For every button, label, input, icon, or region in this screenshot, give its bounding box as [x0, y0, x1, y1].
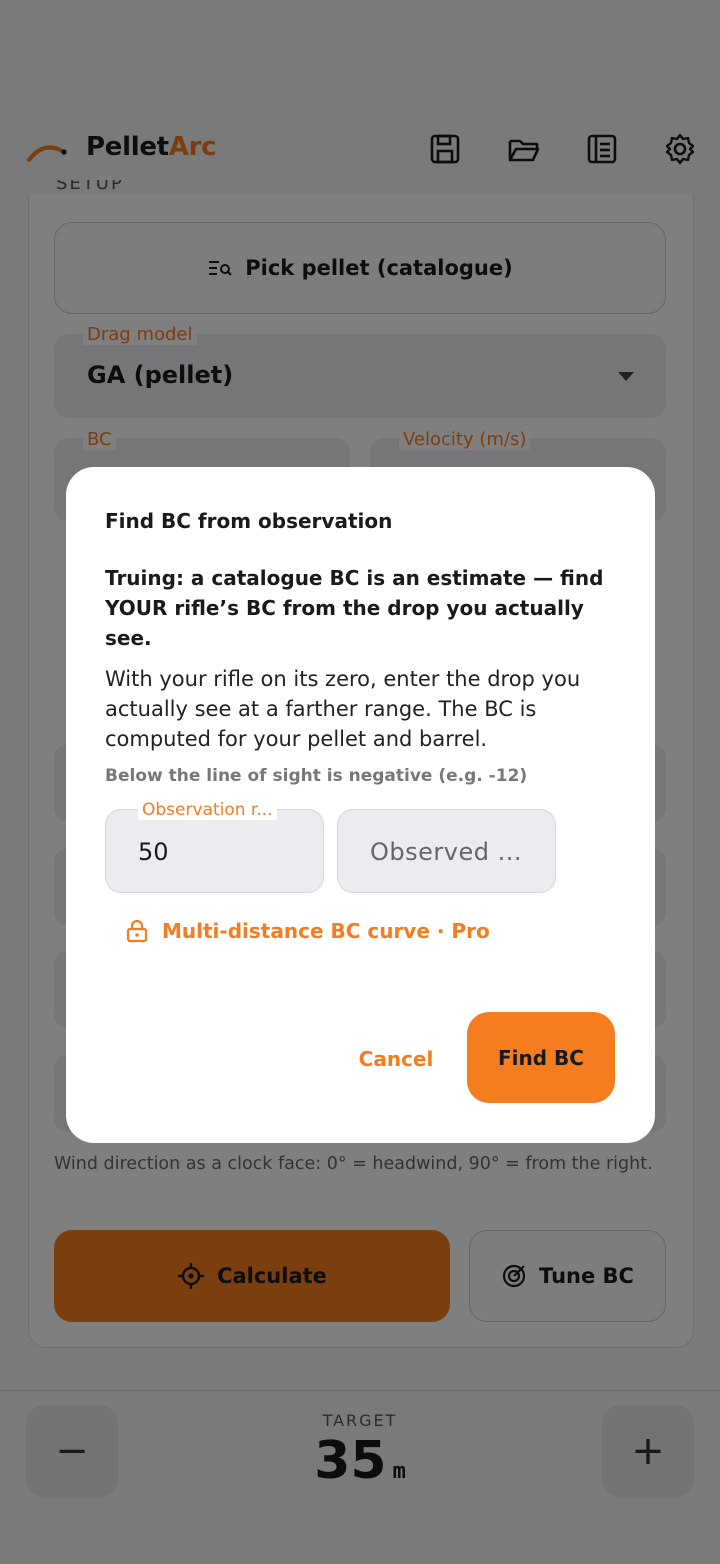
dialog-body-text: With your rifle on its zero, enter the d…	[105, 667, 581, 751]
find-bc-dialog: Find BC from observation Truing: a catal…	[66, 467, 655, 1143]
observation-range-label: Observation r...	[138, 800, 277, 820]
observed-drop-input[interactable]: Observed ...	[337, 809, 556, 893]
find-bc-button[interactable]: Find BC	[467, 1012, 615, 1103]
dialog-hint: Below the line of sight is negative (e.g…	[105, 766, 528, 786]
observed-drop-placeholder: Observed ...	[370, 838, 522, 866]
cancel-button[interactable]: Cancel	[348, 1035, 444, 1083]
dialog-title: Find BC from observation	[105, 509, 393, 533]
pro-feature-label: Multi-distance BC curve · Pro	[162, 919, 490, 943]
pro-feature-link[interactable]: Multi-distance BC curve · Pro	[126, 919, 490, 943]
observation-range-input[interactable]: 50	[105, 809, 324, 893]
dialog-emphasis-text: Truing: a catalogue BC is an estimate — …	[105, 566, 604, 650]
observation-range-value: 50	[138, 838, 169, 866]
lock-icon	[126, 919, 148, 943]
